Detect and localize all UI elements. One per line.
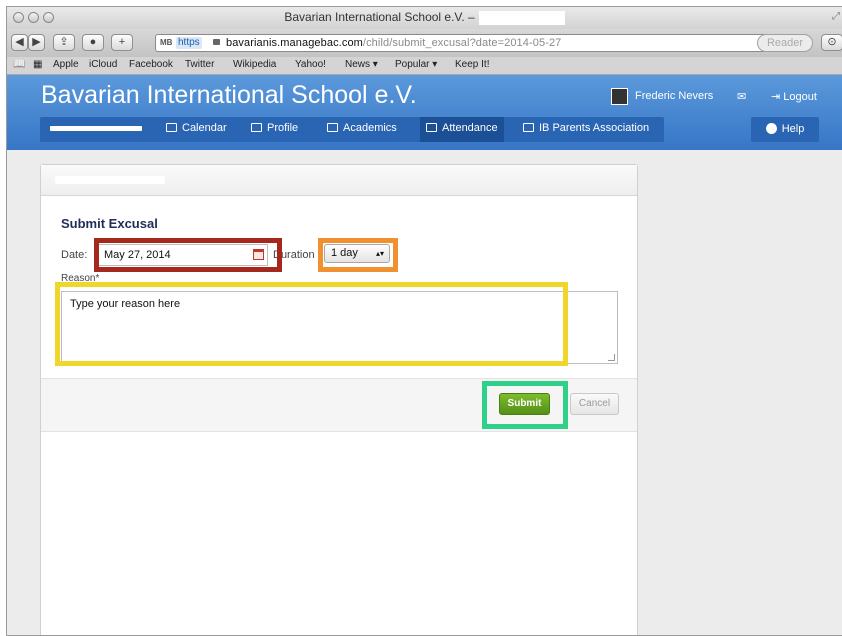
cancel-button[interactable]: Cancel [570,393,619,415]
help-button[interactable]: Help [751,117,819,142]
browser-toolbar: ◀ ▶ ⇪ ● + MB https bavarianis.managebac.… [7,29,842,57]
page-content: Submit Excusal Date: May 27, 2014 Durati… [7,150,842,635]
bookmark-wikipedia[interactable]: Wikipedia [233,59,276,70]
calendar-icon [166,123,177,132]
panel-header [41,165,637,196]
site-favicon: MB [160,38,173,47]
fullscreen-icon[interactable]: ⤢ [832,11,840,22]
profile-card-icon [251,123,262,132]
duration-highlight-box [318,238,398,272]
download-icon[interactable]: ⊙ [821,34,842,51]
form-title: Submit Excusal [61,216,158,231]
redacted-title [478,10,565,25]
logout-icon: ⇥ [771,91,784,103]
redacted-heading [55,176,165,184]
bookmark-news[interactable]: News ▾ [345,59,378,70]
bookmark-popular[interactable]: Popular ▾ [395,59,437,70]
nav-label: Attendance [442,122,498,134]
nav-item-profile[interactable]: Profile [245,117,304,142]
mail-icon[interactable]: ✉ [737,90,746,103]
nav-label: Academics [343,122,397,134]
school-name[interactable]: Bavarian International School e.V. [41,81,417,110]
reader-button[interactable]: Reader [757,34,813,52]
back-button[interactable]: ◀ [11,34,28,51]
lock-icon [213,39,220,45]
window-title: Bavarian International School e.V. – [284,10,475,24]
reason-highlight-box [55,282,568,366]
logout-link[interactable]: ⇥ Logout [771,90,817,103]
nav-label: Calendar [182,122,227,134]
nav-item-calendar[interactable]: Calendar [160,117,233,142]
bookmark-facebook[interactable]: Facebook [129,59,173,70]
lifebuoy-icon [765,123,777,134]
nav-item-attendance[interactable]: Attendance [420,117,504,142]
browser-window: Bavarian International School e.V. – ⤢ ◀… [6,6,842,636]
url-domain: bavarianis.managebac.com [226,37,363,49]
nav-item-academics[interactable]: Academics [321,117,403,142]
bookmark-twitter[interactable]: Twitter [185,59,214,70]
bookmark-keep-it[interactable]: Keep It! [455,59,489,70]
url-text: bavarianis.managebac.com/child/submit_ex… [226,35,561,51]
redacted-child-name [50,125,142,131]
nav-child-selector[interactable] [40,117,148,142]
window-title-wrap: Bavarian International School e.V. – [7,10,842,25]
logout-label: Logout [783,91,817,103]
help-label: Help [781,123,805,135]
add-bookmark-icon[interactable]: + [111,34,133,51]
main-nav: Calendar Profile Academics Attendance IB… [40,117,664,142]
bookmark-apple[interactable]: Apple [53,59,79,70]
site-header: Bavarian International School e.V. Frede… [7,75,842,150]
address-bar[interactable]: MB https bavarianis.managebac.com/child/… [155,34,767,52]
url-path: /child/submit_excusal?date=2014-05-27 [362,37,562,49]
user-name-link[interactable]: Frederic Nevers [635,90,713,102]
bookmark-yahoo[interactable]: Yahoo! [295,59,326,70]
submit-highlight-box [482,381,568,429]
extension-icon[interactable]: ● [82,34,104,51]
title-bar: Bavarian International School e.V. – ⤢ [7,7,842,30]
https-badge: https [176,37,202,49]
bookmarks-bar: 📖 ▦ Apple iCloud Facebook Twitter Wikipe… [7,57,842,75]
nav-item-ib-parents-association[interactable]: IB Parents Association [517,117,655,142]
top-sites-icon[interactable]: ▦ [33,59,42,70]
bookmark-icloud[interactable]: iCloud [89,59,117,70]
excusal-panel: Submit Excusal Date: May 27, 2014 Durati… [40,164,638,635]
reading-list-icon[interactable]: 📖 [13,59,25,70]
share-icon[interactable]: ⇪ [53,34,75,51]
checkbox-icon [426,123,437,132]
date-highlight-box [94,238,282,272]
date-label: Date: [61,249,88,261]
resize-grip-icon[interactable] [608,354,615,361]
home-icon [523,123,534,132]
nav-label: IB Parents Association [539,122,650,134]
nav-label: Profile [267,122,299,134]
forward-button[interactable]: ▶ [28,34,45,51]
book-icon [327,123,338,132]
avatar[interactable] [611,88,628,105]
